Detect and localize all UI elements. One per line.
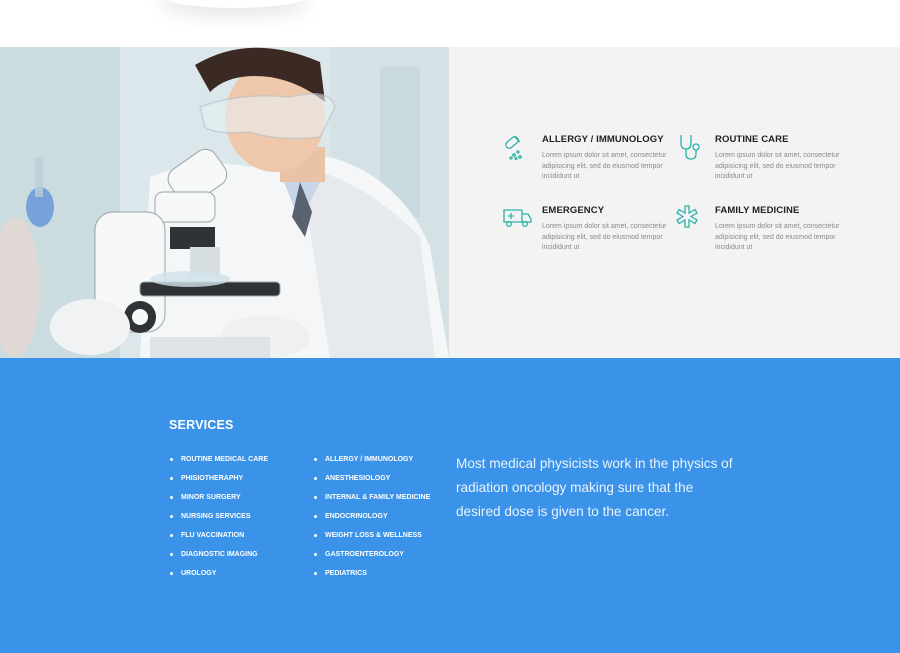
service-link[interactable]: DIAGNOSTIC IMAGING bbox=[170, 550, 268, 569]
feature-title: FAMILY MEDICINE bbox=[715, 205, 800, 216]
scientist-microscope-photo bbox=[0, 47, 449, 358]
service-link[interactable]: ENDOCRINOLOGY bbox=[314, 512, 430, 531]
feature-description: Lorem ipsum dolor sit amet, consectetur … bbox=[542, 223, 667, 251]
medical-star-icon bbox=[676, 205, 698, 228]
service-link[interactable]: FLU VACCINATION bbox=[170, 531, 268, 550]
feature-description: Lorem ipsum dolor sit amet, consectetur … bbox=[542, 152, 667, 180]
services-quote: Most medical physicists work in the phys… bbox=[456, 456, 733, 519]
service-link[interactable]: MINOR SURGERY bbox=[170, 493, 268, 512]
feature-description: Lorem ipsum dolor sit amet, consectetur … bbox=[715, 223, 840, 251]
feature-description: Lorem ipsum dolor sit amet, consectetur … bbox=[715, 152, 840, 180]
service-link[interactable]: WEIGHT LOSS & WELLNESS bbox=[314, 531, 430, 550]
feature-title: ALLERGY / IMMUNOLOGY bbox=[542, 134, 664, 145]
service-link[interactable]: GASTROENTEROLOGY bbox=[314, 550, 430, 569]
service-link[interactable]: UROLOGY bbox=[170, 569, 268, 588]
pills-icon bbox=[505, 135, 522, 161]
feature-title: EMERGENCY bbox=[542, 205, 605, 216]
ambulance-icon bbox=[503, 209, 532, 228]
services-heading: SERVICES bbox=[169, 418, 234, 432]
services-list-primary: ROUTINE MEDICAL CARE PHISIOTHERAPHY MINO… bbox=[170, 455, 268, 588]
service-link[interactable]: ANESTHESIOLOGY bbox=[314, 474, 430, 493]
service-link[interactable]: ROUTINE MEDICAL CARE bbox=[170, 455, 268, 474]
stethoscope-icon bbox=[680, 135, 700, 160]
service-link[interactable]: INTERNAL & FAMILY MEDICINE bbox=[314, 493, 430, 512]
services-section: SERVICES ROUTINE MEDICAL CARE PHISIOTHER… bbox=[0, 358, 900, 653]
feature-title: ROUTINE CARE bbox=[715, 134, 789, 145]
services-list-secondary: ALLERGY / IMMUNOLOGY ANESTHESIOLOGY INTE… bbox=[314, 455, 430, 588]
top-strip bbox=[0, 0, 900, 47]
service-link[interactable]: ALLERGY / IMMUNOLOGY bbox=[314, 455, 430, 474]
service-link[interactable]: NURSING SERVICES bbox=[170, 512, 268, 531]
features-panel: ALLERGY / IMMUNOLOGY Lorem ipsum dolor s… bbox=[449, 47, 900, 358]
top-card-shadow bbox=[160, 0, 310, 8]
service-link[interactable]: PHISIOTHERAPHY bbox=[170, 474, 268, 493]
service-link[interactable]: PEDIATRICS bbox=[314, 569, 430, 588]
